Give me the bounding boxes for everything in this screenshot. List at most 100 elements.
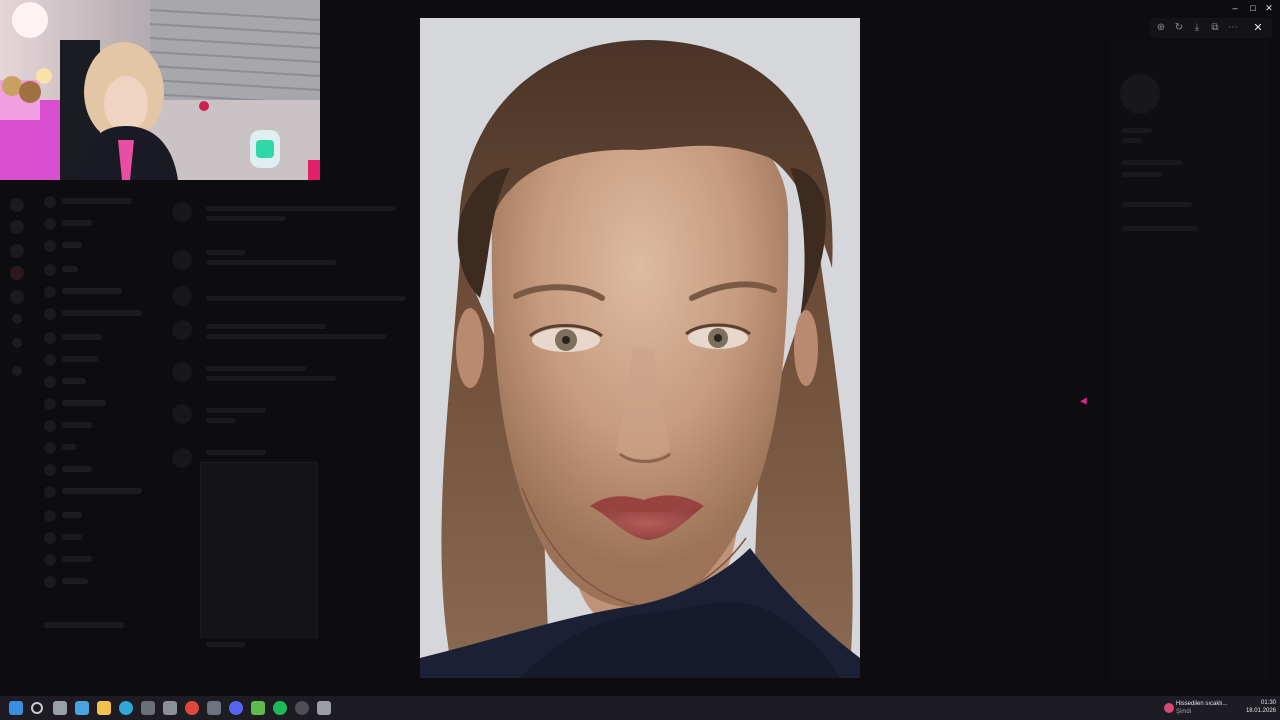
list-item[interactable] (44, 442, 152, 454)
list-item-label (62, 334, 102, 340)
chrome-icon[interactable] (185, 701, 199, 715)
message-text (206, 450, 266, 455)
message-text (206, 366, 306, 371)
more-icon[interactable]: ⋯ (1226, 21, 1240, 35)
widgets-icon[interactable] (75, 701, 89, 715)
webcam-overlay (0, 0, 320, 180)
zoom-icon[interactable]: ⊕ (1154, 21, 1168, 35)
list-item[interactable] (44, 486, 152, 498)
add-server-icon[interactable] (12, 314, 22, 324)
list-item-label (62, 578, 88, 584)
server-icon[interactable] (10, 198, 24, 212)
avatar (44, 576, 56, 588)
server-icon[interactable] (10, 290, 24, 304)
image-attachment-thumbnail[interactable] (200, 462, 318, 638)
list-item[interactable] (44, 532, 152, 544)
chat-area (166, 180, 416, 696)
minimize-button[interactable]: – (1228, 2, 1242, 14)
list-item[interactable] (44, 218, 152, 230)
list-item[interactable] (44, 240, 152, 252)
list-item[interactable] (44, 376, 152, 388)
maximize-button[interactable]: □ (1246, 2, 1260, 14)
message-text (206, 408, 266, 413)
app-icon[interactable] (317, 701, 331, 715)
list-item[interactable] (44, 420, 152, 432)
avatar (172, 448, 192, 468)
list-item[interactable] (44, 398, 152, 410)
explore-icon[interactable] (12, 338, 22, 348)
profile-text (1122, 202, 1192, 207)
avatar (1120, 74, 1160, 114)
list-item[interactable] (44, 554, 152, 566)
list-item[interactable] (44, 264, 152, 276)
windows-start-icon[interactable] (9, 701, 23, 715)
avatar (172, 362, 192, 382)
message-text (206, 260, 336, 265)
message-text (206, 334, 386, 339)
weather-widget[interactable]: Hissedilen sıcaklı... Şimdi (1162, 699, 1234, 717)
user-panel-label (44, 622, 124, 628)
message-text (206, 296, 406, 301)
search-icon[interactable] (31, 702, 43, 714)
list-item-label (62, 444, 76, 450)
avatar (44, 442, 56, 454)
download-icon[interactable]: ⤓ (1190, 21, 1204, 35)
list-item[interactable] (44, 332, 152, 344)
system-clock[interactable]: 01:30 18.01.2026 (1236, 699, 1276, 715)
user-panel (44, 620, 154, 632)
list-item-label (62, 198, 132, 204)
profile-text (1122, 138, 1142, 143)
list-item-label (62, 310, 142, 316)
taskbar (0, 696, 1280, 720)
avatar (44, 532, 56, 544)
chat-message (172, 248, 412, 272)
store-icon[interactable] (141, 701, 155, 715)
server-icon[interactable] (10, 266, 24, 280)
avatar (44, 510, 56, 522)
task-view-icon[interactable] (53, 701, 67, 715)
open-external-icon[interactable]: ⧉ (1208, 21, 1222, 35)
avatar (44, 240, 56, 252)
list-item-label (62, 512, 82, 518)
camera-icon[interactable] (207, 701, 221, 715)
list-item[interactable] (44, 308, 152, 320)
server-icon[interactable] (10, 244, 24, 258)
settings-icon[interactable] (163, 701, 177, 715)
attachment-caption (206, 642, 246, 647)
avatar (44, 376, 56, 388)
chat-message (172, 284, 412, 308)
avatar (172, 320, 192, 340)
profile-text (1122, 226, 1198, 231)
avatar (44, 420, 56, 432)
weather-condition: Hissedilen sıcaklı... (1176, 701, 1228, 707)
clock-date: 18.01.2026 (1245, 708, 1276, 714)
list-item-label (62, 400, 106, 406)
list-item-label (62, 378, 86, 384)
discord-icon[interactable] (229, 701, 243, 715)
profile-text (1122, 128, 1152, 133)
list-item-label (62, 488, 142, 494)
list-item[interactable] (44, 354, 152, 366)
server-list (0, 180, 34, 696)
close-window-button[interactable]: ✕ (1262, 2, 1276, 14)
mouse-cursor (1080, 397, 1090, 407)
edge-icon[interactable] (119, 701, 133, 715)
rotate-icon[interactable]: ↻ (1172, 21, 1186, 35)
list-item[interactable] (44, 510, 152, 522)
list-item-label (62, 266, 78, 272)
download-apps-icon[interactable] (12, 366, 22, 376)
avatar (172, 250, 192, 270)
list-item[interactable] (44, 576, 152, 588)
avatar (172, 404, 192, 424)
close-viewer-button[interactable]: ✕ (1250, 20, 1266, 36)
file-explorer-icon[interactable] (97, 701, 111, 715)
xbox-icon[interactable] (251, 701, 265, 715)
avatar (44, 308, 56, 320)
webcam-feed-image (0, 0, 320, 180)
list-item[interactable] (44, 286, 152, 298)
spotify-icon[interactable] (273, 701, 287, 715)
obs-icon[interactable] (295, 701, 309, 715)
list-item[interactable] (44, 464, 152, 476)
list-item[interactable] (44, 196, 152, 208)
server-icon[interactable] (10, 220, 24, 234)
